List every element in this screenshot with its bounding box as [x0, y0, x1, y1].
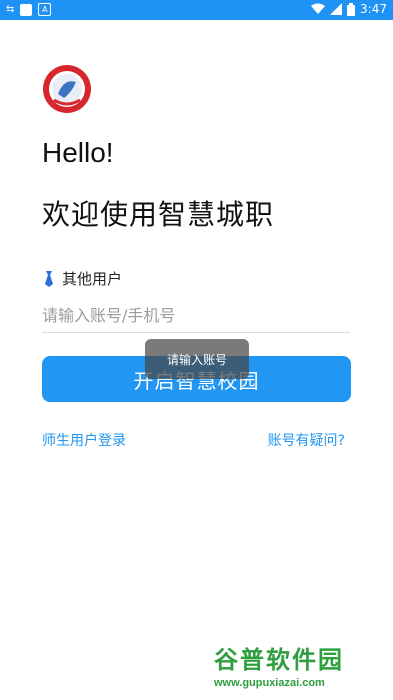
- status-time: 3:47: [360, 2, 387, 16]
- status-bar: ⇆ A 3:47: [0, 0, 393, 20]
- usb-icon: ⇆: [6, 4, 15, 15]
- welcome-title: 欢迎使用智慧城职: [42, 198, 275, 231]
- watermark: 谷普软件园 www.gupuxiazai.com: [214, 640, 389, 698]
- account-input[interactable]: [42, 298, 350, 333]
- wifi-icon: [311, 3, 326, 14]
- school-emblem-icon: [42, 64, 92, 114]
- tie-icon: [45, 270, 53, 287]
- teacher-student-login-link[interactable]: 师生用户登录: [42, 430, 126, 450]
- a-notification-icon: A: [38, 3, 52, 16]
- battery-icon: [347, 2, 356, 16]
- greeting-title: Hello!: [42, 137, 114, 168]
- toast-text: 请输入账号: [166, 352, 227, 367]
- app-notification-icon: [20, 3, 33, 16]
- watermark-url: www.gupuxiazai.com: [214, 677, 325, 689]
- user-type-selector[interactable]: 其他用户: [42, 268, 122, 289]
- watermark-title: 谷普软件园: [214, 646, 344, 674]
- user-type-label: 其他用户: [62, 270, 123, 288]
- signal-icon: [330, 3, 343, 15]
- account-question-link[interactable]: 账号有疑问?: [268, 430, 345, 450]
- toast-message: 请输入账号: [145, 339, 249, 379]
